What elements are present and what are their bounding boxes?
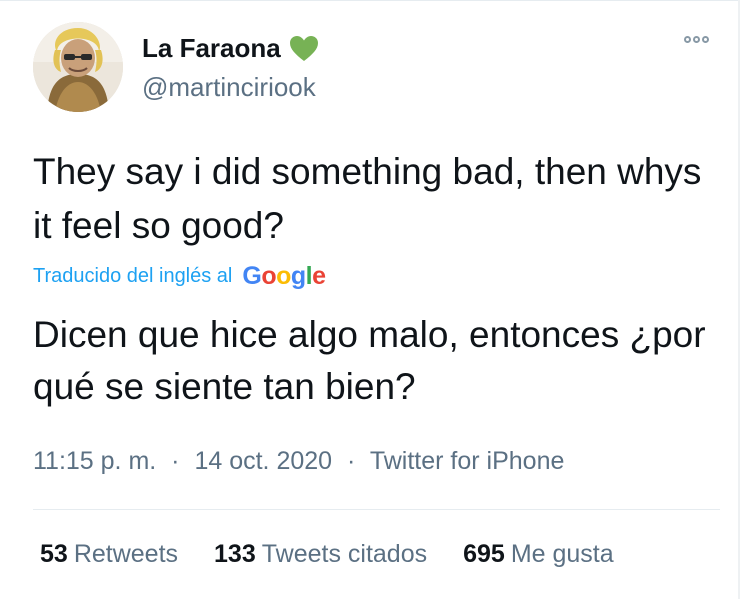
retweets-count: 53 <box>40 540 68 568</box>
meta-separator: · <box>171 447 180 475</box>
avatar-image <box>33 22 123 112</box>
likes-label: Me gusta <box>510 540 614 568</box>
translated-text: Dicen que hice algo malo, entonces ¿por … <box>33 314 706 407</box>
meta-separator: · <box>347 447 356 475</box>
display-name-text: La Faraona <box>142 33 281 63</box>
tweet-metadata: 11:15 p. m. · 14 oct. 2020 · Twitter for… <box>33 447 564 476</box>
more-dot-icon <box>693 36 700 43</box>
retweets-label: Retweets <box>73 540 179 568</box>
more-dot-icon <box>702 36 709 43</box>
tweet-text: They say i did something bad, then whys … <box>33 151 702 246</box>
quote-tweets-stat[interactable]: 133 Tweets citados <box>214 540 427 569</box>
translation-attribution[interactable]: Traducido del inglés al Google <box>33 262 326 291</box>
retweets-stat[interactable]: 53 Retweets <box>40 540 178 569</box>
likes-count: 695 <box>463 540 505 568</box>
display-name[interactable]: La Faraona <box>142 33 319 64</box>
top-border <box>0 0 740 1</box>
tweet-date[interactable]: 14 oct. 2020 <box>194 447 332 475</box>
more-dot-icon <box>684 36 691 43</box>
divider <box>33 509 720 510</box>
tweet-stats: 53 Retweets 133 Tweets citados 695 Me gusta <box>40 540 614 569</box>
avatar[interactable] <box>33 22 123 112</box>
more-options-button[interactable] <box>684 36 709 43</box>
quote-tweets-count: 133 <box>214 540 256 568</box>
tweet-time[interactable]: 11:15 p. m. <box>33 447 156 475</box>
translation-label: Traducido del inglés al <box>33 265 233 287</box>
green-heart-icon <box>289 35 319 63</box>
user-handle[interactable]: @martinciriook <box>142 72 316 103</box>
quote-tweets-label: Tweets citados <box>261 540 428 568</box>
likes-stat[interactable]: 695 Me gusta <box>463 540 614 569</box>
tweet-source[interactable]: Twitter for iPhone <box>370 447 565 475</box>
google-logo: Google <box>242 262 326 290</box>
